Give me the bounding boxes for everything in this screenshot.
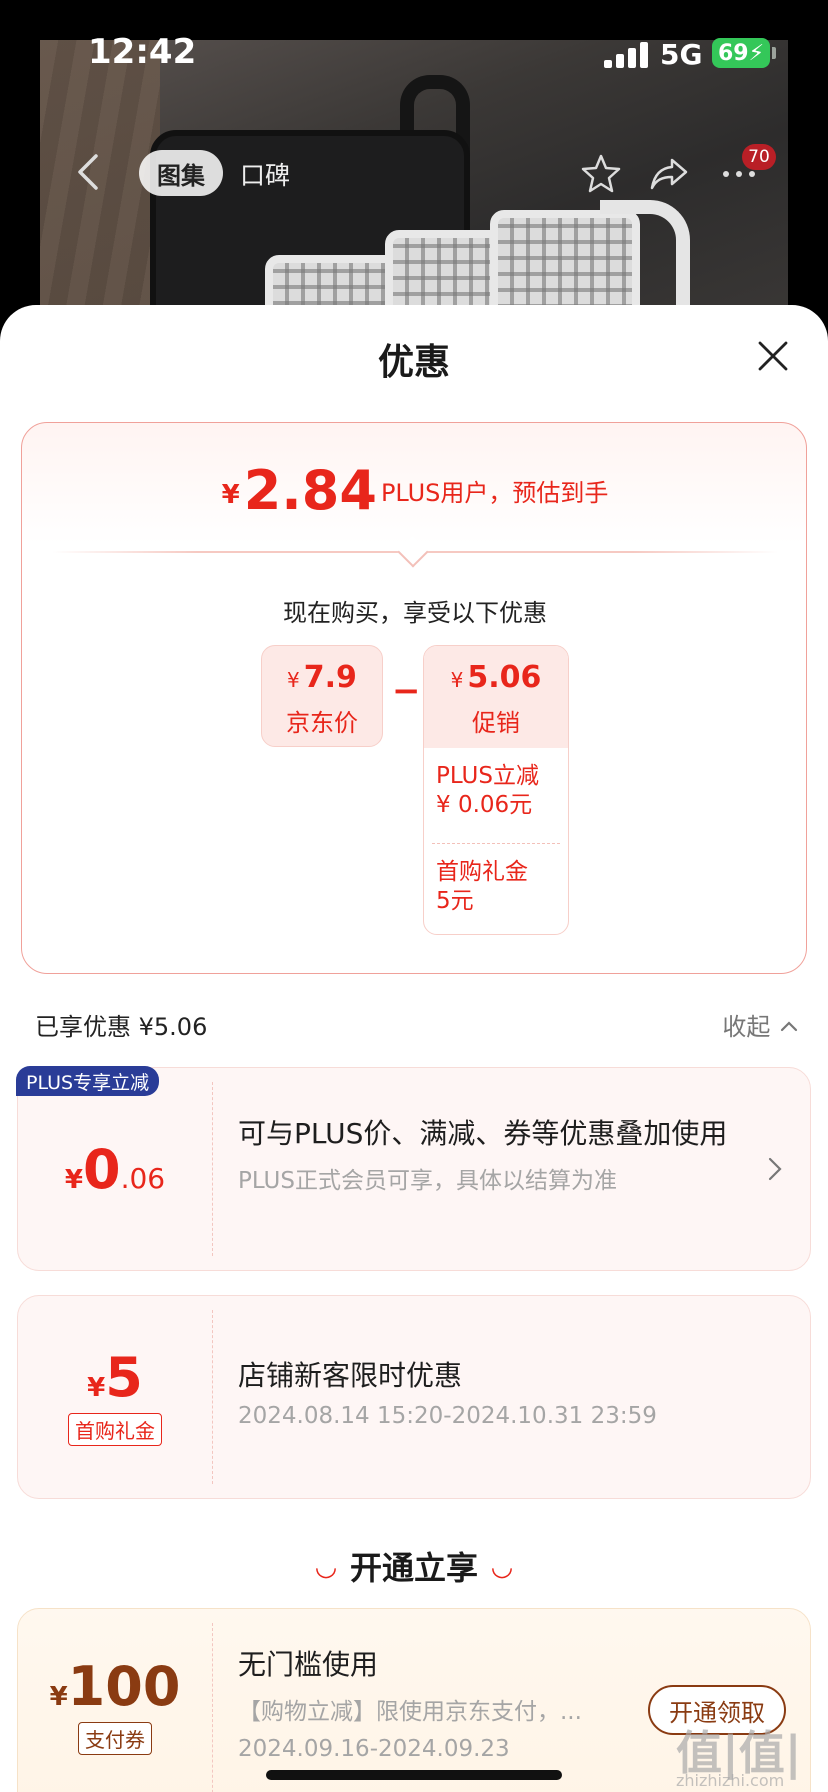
estimated-price-row: ¥2.84 PLUS用户，预估到手 [22,459,808,522]
amount-integer: 5 [105,1346,143,1409]
payment-coupon-tag: 支付券 [78,1722,152,1755]
currency-symbol: ¥ [450,668,464,692]
jd-price-label: 京东价 [286,709,358,737]
sheet-title: 优惠 [377,342,450,383]
chevron-up-icon [780,1021,798,1032]
price-summary-card: ¥2.84 PLUS用户，预估到手 现在购买，享受以下优惠 ¥7.9 京东价 − … [21,422,807,974]
status-bar: 12:42 5G 69 ⚡ [0,0,828,100]
coupon-amount: ¥0.06 [18,1068,212,1270]
currency-symbol: ¥ [287,668,300,692]
currency-symbol: ¥ [49,1682,68,1712]
coupon-validity: 2024.08.14 15:20-2024.10.31 23:59 [238,1403,657,1429]
currency-symbol: ¥ [64,1165,83,1195]
coupon-amount: ¥5 首购礼金 [18,1296,212,1498]
promotion-value: 5.06 [467,660,542,695]
coupon-amount: ¥100 支付券 [18,1609,212,1792]
open-section-title: ◡ 开通立享 ◡ [315,1549,512,1587]
network-type: 5G [660,38,703,71]
back-icon[interactable] [74,152,104,192]
promotion-box: ¥5.06 促销 PLUS立减 ¥ 0.06元 首购礼金 5元 [423,645,569,935]
tab-reviews[interactable]: 口碑 [240,156,290,192]
minus-sign: − [392,671,421,711]
share-icon[interactable] [648,152,690,194]
battery-icon: 69 ⚡ [712,38,770,68]
promotion-label: 促销 [472,709,520,737]
promotion-item-title: PLUS立减 [436,763,539,789]
battery-cap [772,47,776,59]
coupon-title: 无门槛使用 [238,1648,379,1681]
message-badge: 70 [742,144,776,170]
decoration-icon: ◡ [315,1552,336,1582]
coupon-validity: 2024.09.16-2024.09.23 [238,1736,510,1762]
amount-integer: 0 [82,1138,121,1201]
divider-notch [397,536,429,568]
plus-discount-card[interactable]: PLUS专享立减 ¥0.06 可与PLUS价、满减、券等优惠叠加使用 PLUS正… [16,1066,811,1271]
currency-symbol: ¥ [87,1373,106,1403]
signal-icon [604,42,648,68]
promotion-item-title: 首购礼金 [436,859,528,885]
currency-symbol: ¥ [221,480,240,510]
collapse-label: 收起 [722,1013,771,1041]
chevron-right-icon [768,1157,782,1181]
buy-now-text: 现在购买，享受以下优惠 [283,599,547,627]
amount-decimal: .06 [120,1162,166,1195]
home-indicator[interactable] [266,1770,562,1780]
decoration-icon: ◡ [492,1552,512,1582]
promotion-item-value: ¥ 0.06元 [436,792,533,818]
enjoyed-discount: 已享优惠 ¥5.06 [35,1013,208,1041]
status-time: 12:42 [88,32,197,72]
promotion-item: PLUS立减 ¥ 0.06元 [432,748,560,844]
first-purchase-tag: 首购礼金 [68,1413,162,1446]
estimated-price: 2.84 [243,459,377,522]
coupon-subtitle: 【购物立减】限使用京东支付，... [238,1699,582,1725]
estimated-note: PLUS用户，预估到手 [380,479,609,507]
collapse-button[interactable]: 收起 [722,1007,798,1042]
discount-sheet: 优惠 ¥2.84 PLUS用户，预估到手 现在购买，享受以下优惠 ¥7.9 京东价… [0,305,828,1792]
coupon-separator [212,1623,213,1792]
coupon-title: 可与PLUS价、满减、券等优惠叠加使用 [238,1117,728,1150]
close-icon[interactable] [756,339,790,373]
watermark-url: zhizhizhi.com [676,1771,785,1790]
jd-price-value: 7.9 [303,660,357,695]
promotion-item: 首购礼金 5元 [424,844,568,916]
coupon-separator [212,1082,213,1256]
tab-gallery[interactable]: 图集 [139,150,223,196]
coupon-value: 100 [67,1655,181,1718]
battery-level: 69 [717,40,749,66]
coupon-separator [212,1310,213,1484]
new-customer-coupon[interactable]: ¥5 首购礼金 店铺新客限时优惠 2024.08.14 15:20-2024.1… [17,1295,811,1499]
promotion-item-value: 5元 [436,888,474,914]
star-icon[interactable] [580,152,622,194]
coupon-subtitle: PLUS正式会员可享，具体以结算为准 [238,1168,617,1194]
jd-price-box: ¥7.9 京东价 [261,645,383,747]
coupon-title: 店铺新客限时优惠 [238,1359,463,1392]
